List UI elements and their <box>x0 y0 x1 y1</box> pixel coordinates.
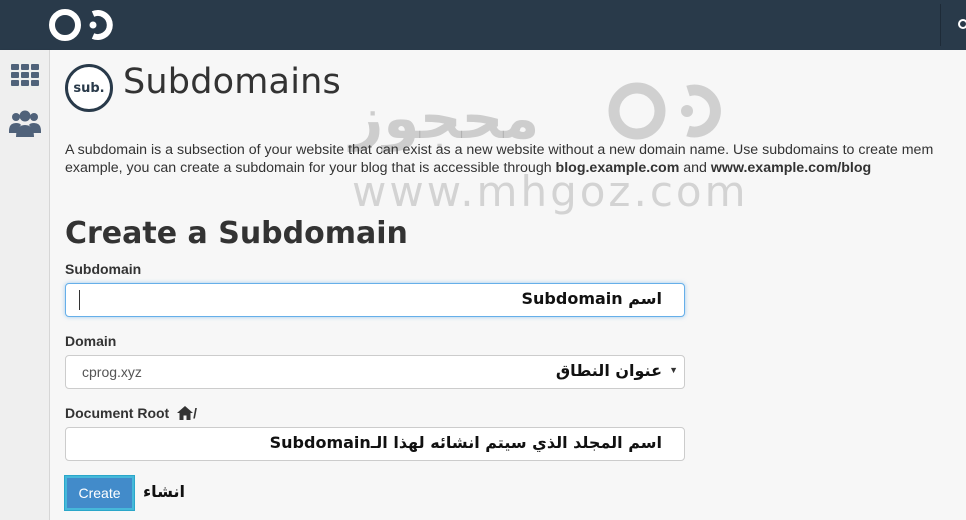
main-content: sub. Subdomains محجوز www.mhgoz.com A su… <box>50 50 966 520</box>
text-caret <box>79 290 80 310</box>
watermark-logo-icon <box>608 82 721 140</box>
home-icon <box>177 406 194 420</box>
domain-annotation: عنوان النطاق <box>555 361 662 380</box>
topbar-divider <box>940 4 941 46</box>
create-annotation: انشاء <box>143 482 185 501</box>
dropdown-arrow-icon: ▼ <box>669 365 678 375</box>
sidebar <box>0 50 50 520</box>
domain-select[interactable]: cprog.xyz عنوان النطاق ▼ <box>65 355 685 389</box>
document-root-label: Document Root / <box>65 405 197 421</box>
subdomain-annotation: اسم Subdomain <box>521 289 663 308</box>
document-root-input[interactable]: اسم المجلد الذي سيتم انشائه لهذا الـSubd… <box>65 427 685 461</box>
top-navbar <box>0 0 966 50</box>
create-button[interactable]: Create <box>65 476 134 510</box>
document-root-annotation: اسم المجلد الذي سيتم انشائه لهذا الـSubd… <box>269 433 662 452</box>
subdomains-badge-icon: sub. <box>65 64 113 112</box>
domain-label: Domain <box>65 333 117 349</box>
domain-selected-value: cprog.xyz <box>82 364 142 380</box>
search-icon[interactable] <box>956 16 966 34</box>
grid-apps-icon[interactable] <box>8 60 42 90</box>
mhgoz-logo-icon[interactable] <box>48 6 118 44</box>
page-description: A subdomain is a subsection of your webs… <box>65 141 966 177</box>
subdomain-label: Subdomain <box>65 261 142 277</box>
description-line-2: example, you can create a subdomain for … <box>65 160 872 176</box>
example-path-text: www.example.com/blog <box>710 160 872 176</box>
example-subdomain-text: blog.example.com <box>555 160 680 176</box>
users-group-icon[interactable] <box>8 108 42 138</box>
subdomain-input[interactable]: اسم Subdomain <box>65 283 685 317</box>
description-line-1: A subdomain is a subsection of your webs… <box>65 142 934 158</box>
section-title: Create a Subdomain <box>65 216 408 251</box>
page-title: Subdomains <box>123 62 341 102</box>
